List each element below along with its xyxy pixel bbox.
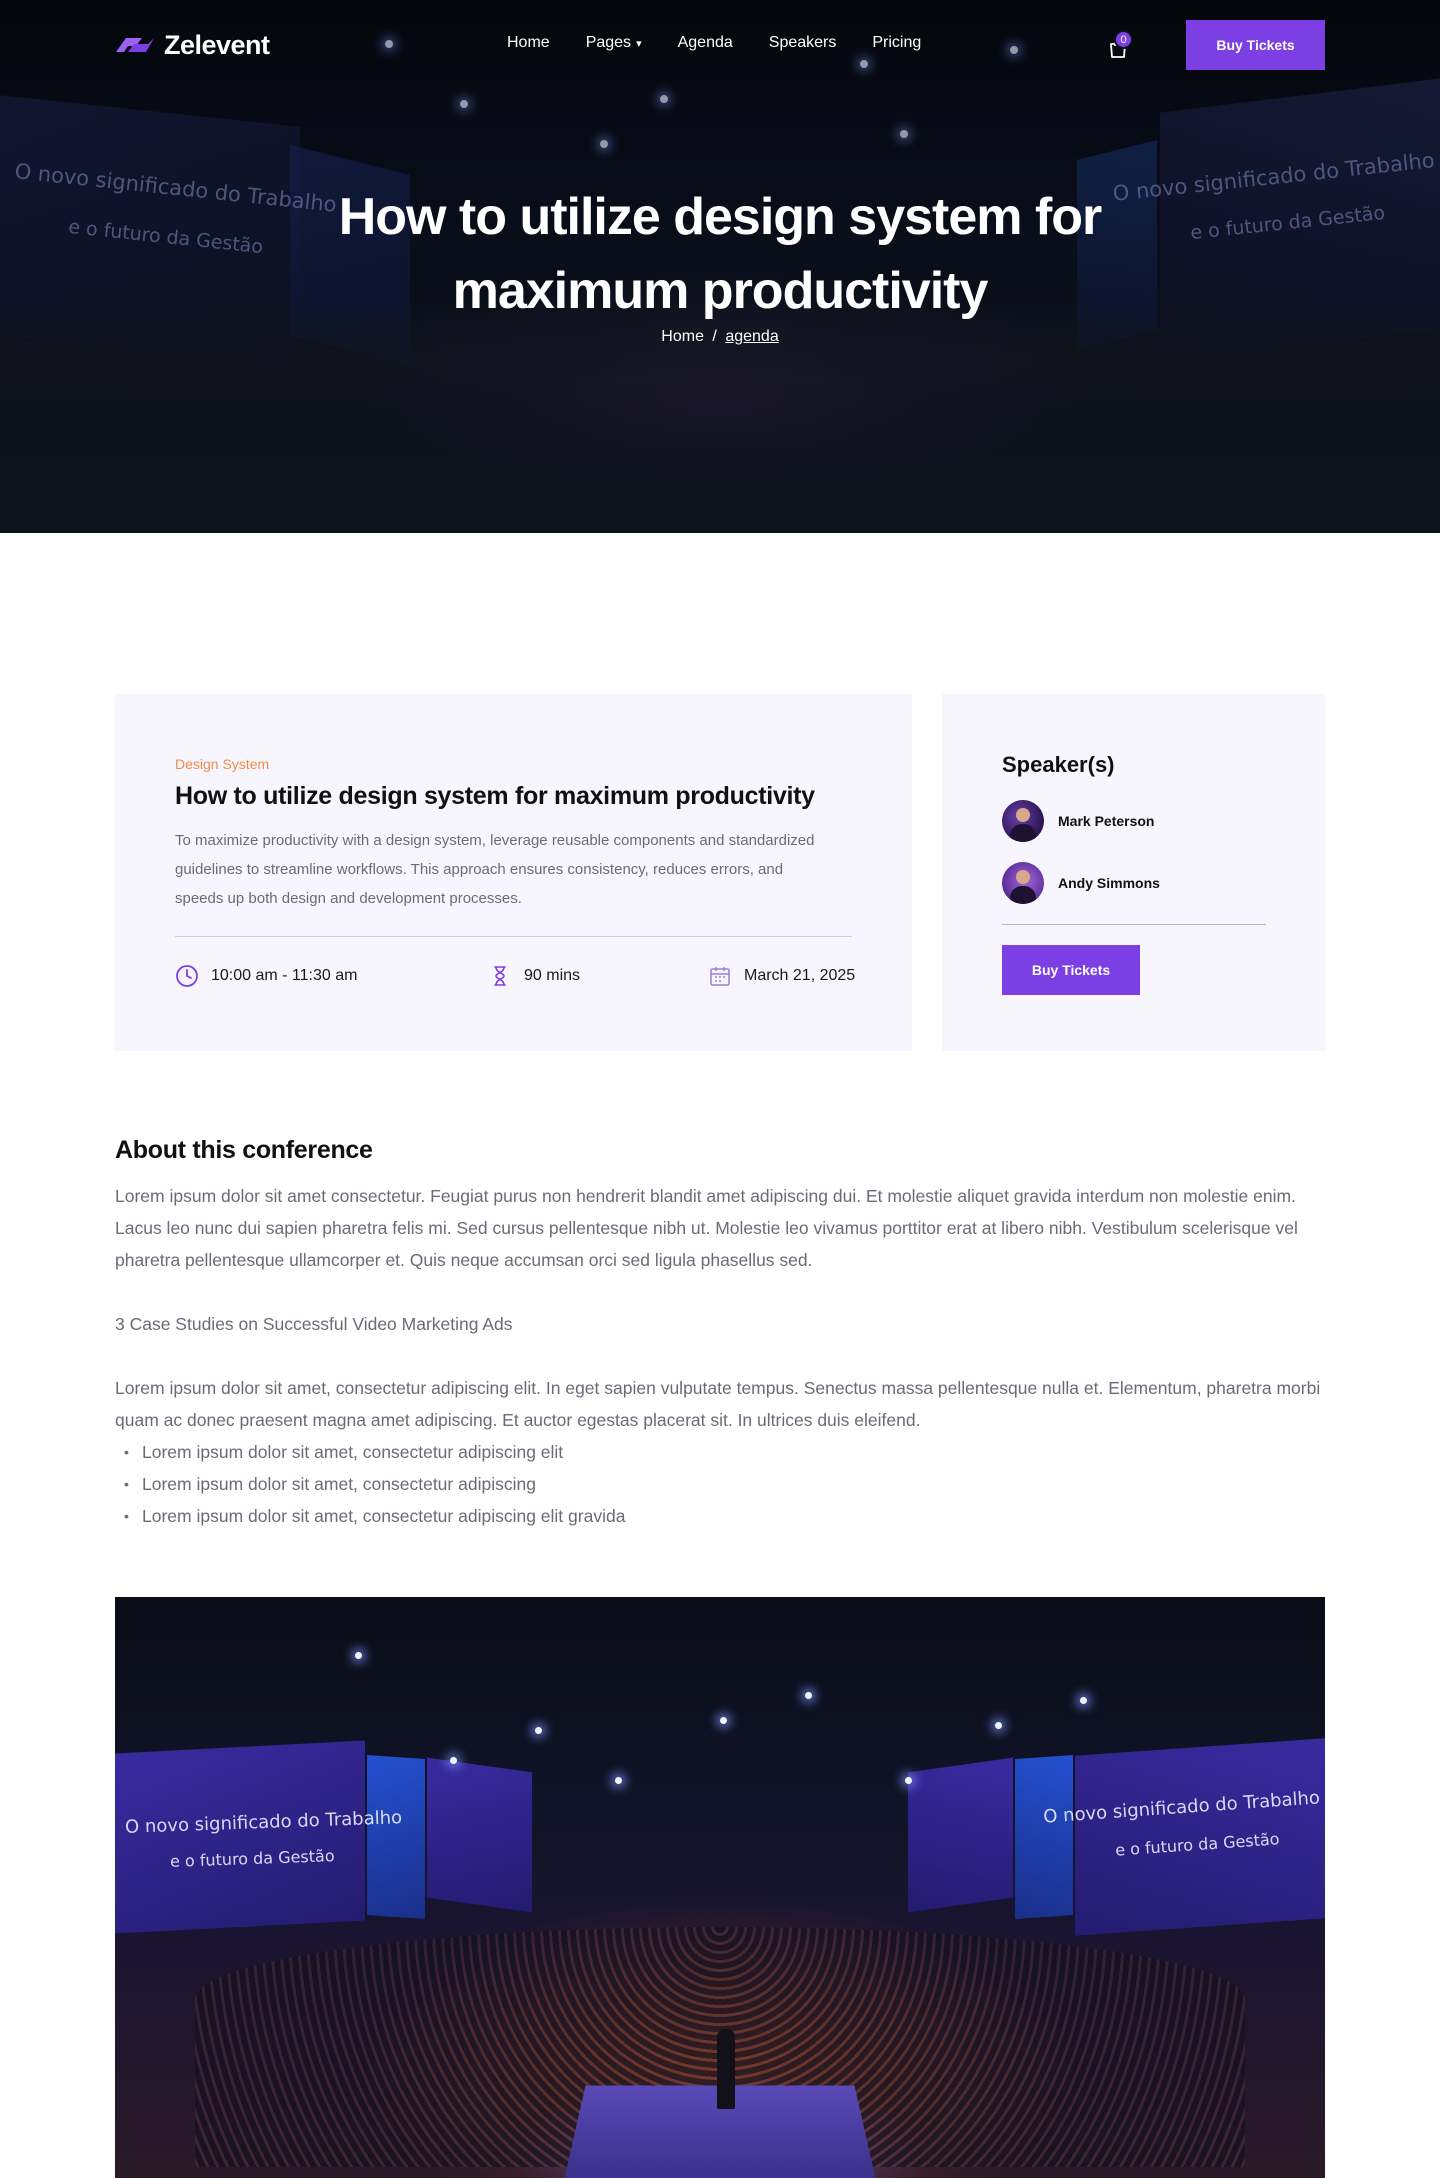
about-paragraph: Lorem ipsum dolor sit amet consectetur. … bbox=[115, 1186, 1298, 1270]
venue-screen-left-3 bbox=[427, 1757, 532, 1913]
stage-light bbox=[1080, 1697, 1087, 1704]
venue-screen-left-2 bbox=[367, 1754, 425, 1920]
nav-pricing[interactable]: Pricing bbox=[872, 34, 921, 52]
top-navigation: Zelevent Home Pages ▾ Agenda Speakers Pr… bbox=[0, 0, 1440, 90]
page-title-line-1: How to utilize design system for bbox=[338, 188, 1103, 246]
breadcrumb: Home / agenda bbox=[0, 328, 1440, 346]
list-item: Lorem ipsum dolor sit amet, consectetur … bbox=[115, 1500, 625, 1532]
avatar-head-shape bbox=[1016, 870, 1030, 884]
about-paragraph: Lorem ipsum dolor sit amet, consectetur … bbox=[115, 1378, 1321, 1430]
cart-count-badge: 0 bbox=[1114, 30, 1133, 49]
avatar-body-shape bbox=[1010, 886, 1036, 904]
breadcrumb-current[interactable]: agenda bbox=[725, 328, 778, 345]
session-title: How to utilize design system for maximum… bbox=[175, 782, 815, 810]
brand-logo[interactable]: Zelevent bbox=[114, 28, 270, 62]
stage-light bbox=[905, 1777, 912, 1784]
venue-screen-right-3 bbox=[908, 1757, 1013, 1913]
buy-tickets-button[interactable]: Buy Tickets bbox=[1186, 20, 1325, 70]
breadcrumb-home[interactable]: Home bbox=[661, 328, 704, 345]
logo-icon bbox=[116, 38, 154, 52]
stage-light bbox=[535, 1727, 542, 1734]
stage-light bbox=[720, 1717, 727, 1724]
session-tag: Design System bbox=[175, 756, 270, 772]
brand-name: Zelevent bbox=[164, 29, 270, 60]
session-card: Design System How to utilize design syst… bbox=[115, 694, 912, 1051]
nav-home[interactable]: Home bbox=[507, 34, 550, 52]
session-date-value: March 21, 2025 bbox=[744, 967, 856, 984]
breadcrumb-separator: / bbox=[712, 328, 717, 345]
venue-screen-left bbox=[115, 1740, 365, 1934]
nav-speakers[interactable]: Speakers bbox=[769, 34, 837, 52]
session-time: 10:00 am - 11:30 am bbox=[175, 964, 357, 988]
speaker-item[interactable]: Mark Peterson bbox=[1002, 800, 1154, 842]
speakers-card: Speaker(s) Mark Peterson Andy Simmons Bu… bbox=[942, 694, 1325, 1051]
about-subheading: 3 Case Studies on Successful Video Marke… bbox=[115, 1314, 513, 1334]
speaker-name: Andy Simmons bbox=[1058, 875, 1160, 891]
avatar bbox=[1002, 862, 1044, 904]
stage-light bbox=[615, 1777, 622, 1784]
nav-pages-label: Pages bbox=[585, 34, 632, 51]
avatar-body-shape bbox=[1010, 824, 1036, 842]
session-time-value: 10:00 am - 11:30 am bbox=[211, 967, 358, 984]
venue-speaker-figure bbox=[717, 2029, 735, 2109]
avatar-head-shape bbox=[1016, 808, 1030, 822]
list-item: Lorem ipsum dolor sit amet, consectetur … bbox=[115, 1468, 625, 1500]
session-description: To maximize productivity with a design s… bbox=[175, 832, 815, 907]
speakers-heading: Speaker(s) bbox=[1002, 752, 1115, 777]
venue-screen-right-2 bbox=[1015, 1754, 1073, 1920]
page-title-line-2: maximum productivity bbox=[452, 262, 989, 320]
avatar bbox=[1002, 800, 1044, 842]
session-duration: 90 mins bbox=[488, 964, 580, 988]
main-menu: Home Pages ▾ Agenda Speakers Pricing bbox=[507, 34, 957, 52]
nav-pages[interactable]: Pages ▾ bbox=[586, 34, 642, 52]
chevron-down-icon: ▾ bbox=[636, 38, 642, 50]
stage-light bbox=[450, 1757, 457, 1764]
session-duration-value: 90 mins bbox=[524, 967, 581, 984]
session-date: March 21, 2025 bbox=[708, 964, 855, 988]
divider bbox=[175, 936, 852, 937]
page-title: How to utilize design system for maximum… bbox=[0, 180, 1440, 328]
speaker-item[interactable]: Andy Simmons bbox=[1002, 862, 1160, 904]
hero-banner: O novo significado do Trabalho e o futur… bbox=[0, 0, 1440, 533]
list-item: Lorem ipsum dolor sit amet, consectetur … bbox=[115, 1436, 625, 1468]
buy-tickets-button[interactable]: Buy Tickets bbox=[1002, 945, 1140, 995]
clock-icon bbox=[176, 965, 198, 987]
conference-venue-image: O novo significado do Trabalho e o futur… bbox=[115, 1597, 1325, 2178]
about-heading: About this conference bbox=[115, 1136, 373, 1164]
nav-agenda[interactable]: Agenda bbox=[678, 34, 733, 52]
stage-light bbox=[995, 1722, 1002, 1729]
stage-light bbox=[805, 1692, 812, 1699]
calendar-icon bbox=[710, 967, 730, 986]
speaker-name: Mark Peterson bbox=[1058, 813, 1155, 829]
hourglass-icon bbox=[494, 966, 506, 986]
divider bbox=[1002, 924, 1266, 925]
stage-light bbox=[355, 1652, 362, 1659]
about-bullet-list: Lorem ipsum dolor sit amet, consectetur … bbox=[115, 1436, 625, 1532]
